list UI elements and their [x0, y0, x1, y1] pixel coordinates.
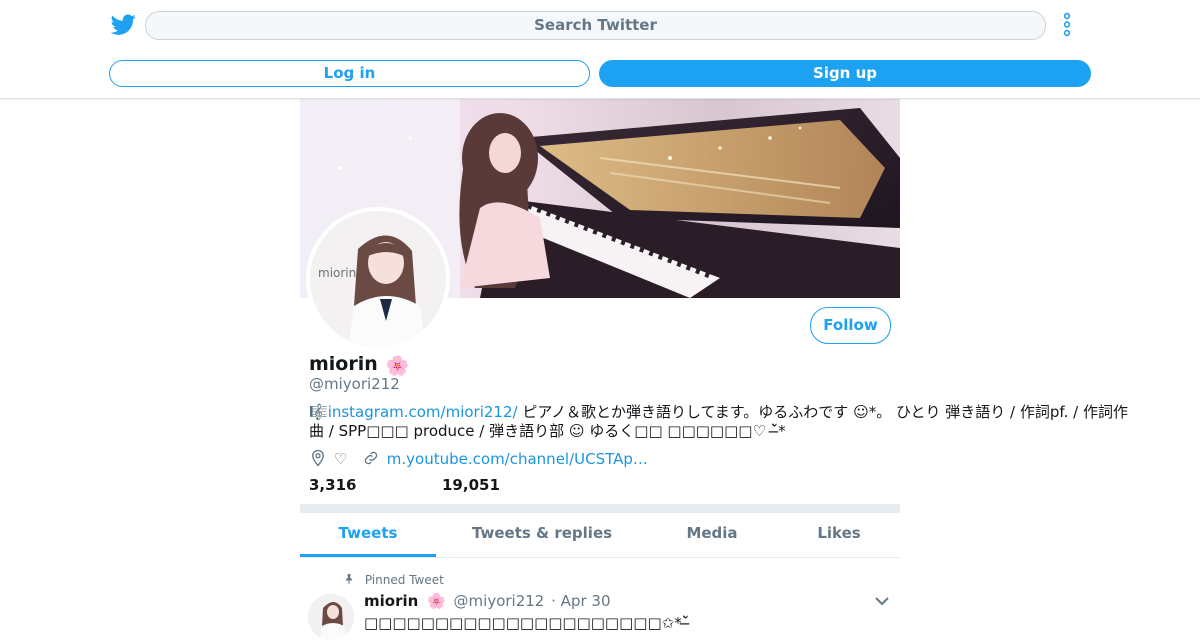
tab-media[interactable]: Media: [648, 513, 776, 557]
bio-instagram-link[interactable]: instagram.com/miori212/: [328, 403, 518, 421]
signup-button[interactable]: Sign up: [599, 60, 1091, 87]
profile-bio: 🎼instagram.com/miori212/ ピアノ＆歌とか弾き語りしてます…: [309, 403, 1139, 441]
website-link[interactable]: m.youtube.com/channel/UCSTAp…: [387, 450, 648, 468]
avatar-image: miorin: [310, 211, 446, 347]
profile-meta: ♡ m.youtube.com/channel/UCSTAp…: [309, 449, 648, 469]
profile-tabs: Tweets Tweets & replies Media Likes: [300, 513, 900, 558]
tab-likes[interactable]: Likes: [776, 513, 902, 557]
tweet-header: miorin 🌸 @miyori212 · Apr 30: [364, 592, 610, 610]
section-divider: [300, 504, 900, 513]
profile-name: miorin 🌸: [309, 353, 409, 377]
tweet-author-handle[interactable]: @miyori212: [454, 592, 545, 610]
location-text: ♡: [333, 450, 348, 468]
stat-followers-count[interactable]: 19,051: [442, 476, 500, 494]
tweet-author-avatar[interactable]: [308, 594, 354, 640]
top-bar: Search Twitter Log in Sign up: [0, 0, 1200, 99]
tweet-avatar-image: [308, 594, 354, 640]
location-icon: [312, 449, 324, 467]
pinned-label-row: Pinned Tweet: [343, 573, 444, 587]
profile-avatar[interactable]: miorin: [306, 207, 450, 351]
search-input[interactable]: Search Twitter: [145, 11, 1046, 40]
tweet-author-emoji: 🌸: [427, 592, 446, 610]
more-vertical-icon[interactable]: [1059, 12, 1075, 38]
login-button[interactable]: Log in: [109, 60, 590, 87]
avatar-watermark: miorin: [318, 266, 356, 280]
tab-tweets[interactable]: Tweets: [300, 513, 436, 557]
profile-handle: @miyori212: [309, 375, 400, 393]
flower-emoji: 🌸: [385, 355, 410, 377]
tweet-text: □□□□□□□□□□□□□□□□□□□□□✩*˘̶̀: [364, 614, 690, 632]
profile-display-name: miorin: [309, 353, 378, 375]
stat-following-count[interactable]: 3,316: [309, 476, 356, 494]
tweet-date[interactable]: · Apr 30: [551, 592, 610, 610]
pin-icon: [346, 574, 352, 584]
link-icon: [364, 451, 378, 465]
chevron-down-icon[interactable]: [874, 594, 890, 608]
twitter-bird-icon[interactable]: [111, 12, 136, 37]
bio-emoji: 🎼: [309, 403, 328, 421]
tweet-author-name[interactable]: miorin: [364, 592, 418, 610]
follow-button[interactable]: Follow: [810, 307, 891, 344]
pinned-tweet-label: Pinned Tweet: [364, 573, 444, 587]
tab-tweets-replies[interactable]: Tweets & replies: [436, 513, 648, 557]
